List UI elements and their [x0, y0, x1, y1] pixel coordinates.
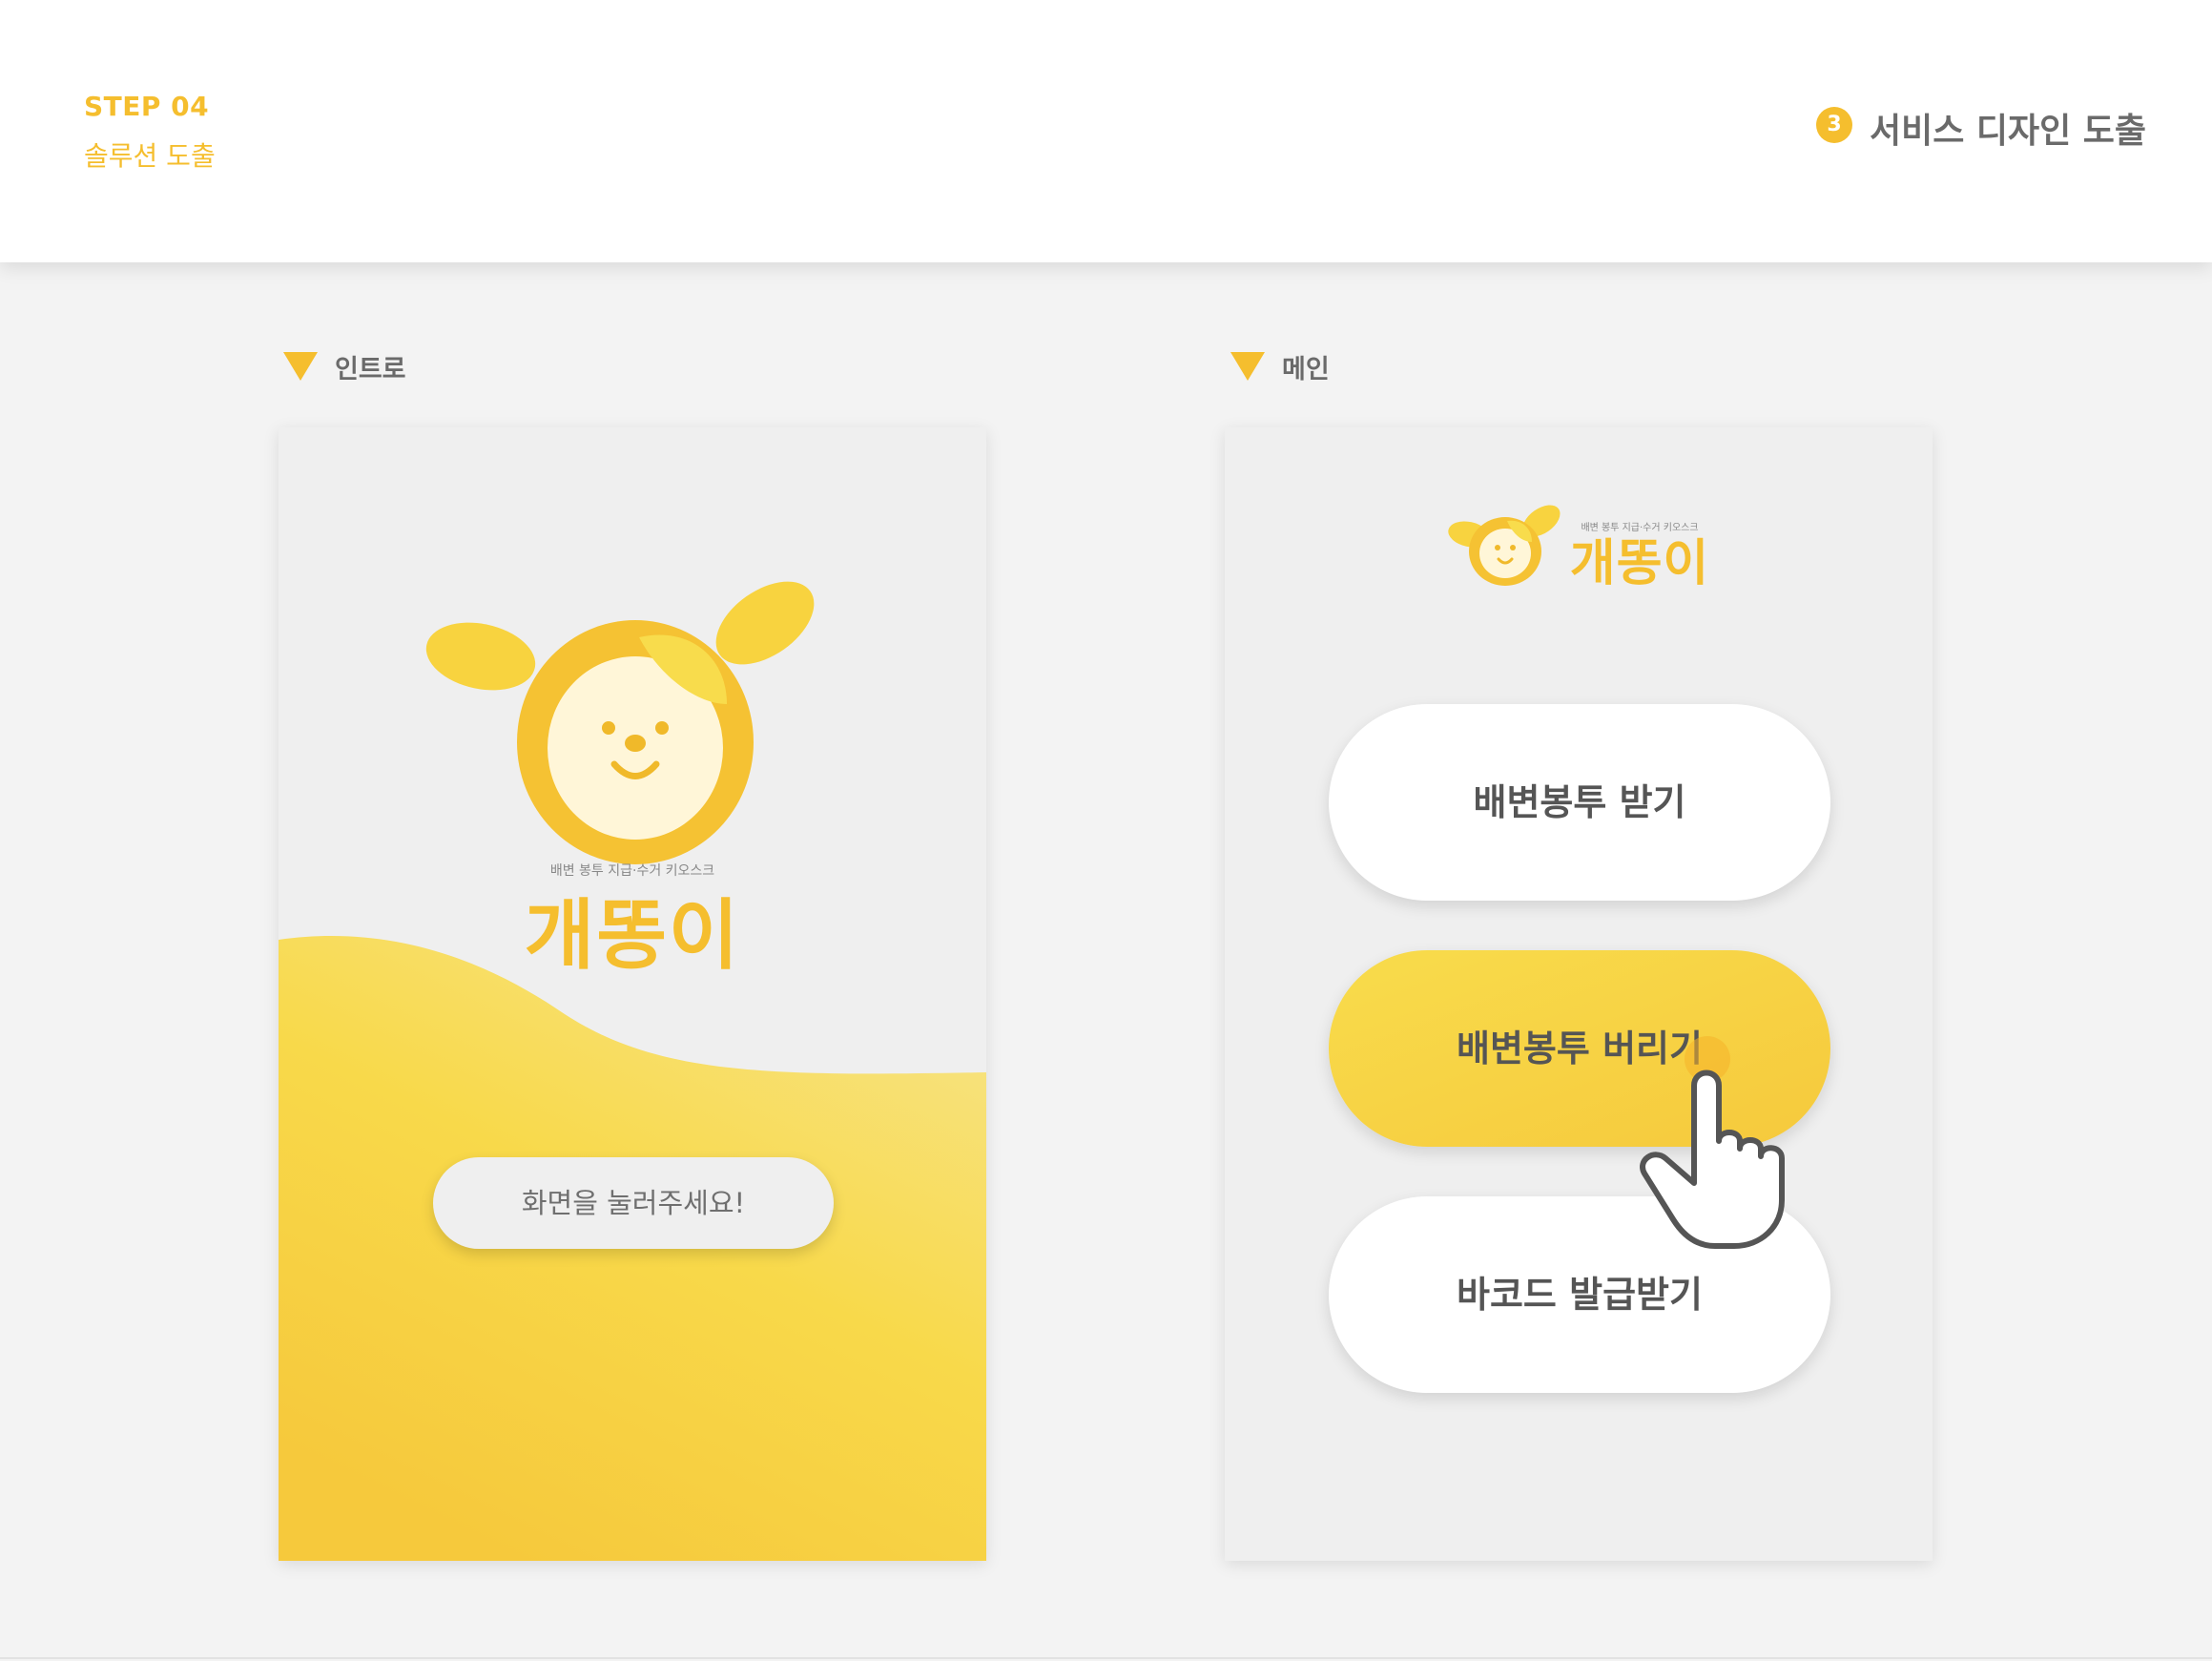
triangle-marker-icon [1230, 352, 1265, 381]
bottom-divider [0, 1657, 2212, 1659]
mascot-dog-icon [425, 581, 815, 864]
main-label-text: 메인 [1282, 355, 1330, 384]
section-number-badge: 3 [1816, 107, 1852, 143]
main-screen: 배변 봉투 지급·수거 키오스크 개똥이 배변봉투 받기 배변봉투 버리기 바코… [1225, 427, 1933, 1561]
intro-label-text: 인트로 [335, 355, 406, 384]
dispose-bag-button[interactable]: 배변봉투 버리기 [1329, 950, 1830, 1147]
receive-bag-button[interactable]: 배변봉투 받기 [1329, 704, 1830, 901]
page-header: STEP 04 솔루션 도출 3 서비스 디자인 도출 [0, 0, 2212, 262]
step-title: 솔루션 도출 [84, 140, 216, 172]
brand-name: 개똥이 [1569, 535, 1710, 592]
brand-name: 개똥이 [524, 891, 741, 980]
intro-screen[interactable]: 배변 봉투 지급·수거 키오스크 개똥이 화면을 눌러주세요! [279, 427, 986, 1561]
step-label: STEP 04 [84, 91, 210, 122]
section-title: 서비스 디자인 도출 [1870, 112, 2147, 151]
tap-screen-button[interactable]: 화면을 눌러주세요! [433, 1157, 834, 1249]
triangle-marker-icon [283, 352, 318, 381]
issue-barcode-button[interactable]: 바코드 발급받기 [1329, 1196, 1830, 1393]
